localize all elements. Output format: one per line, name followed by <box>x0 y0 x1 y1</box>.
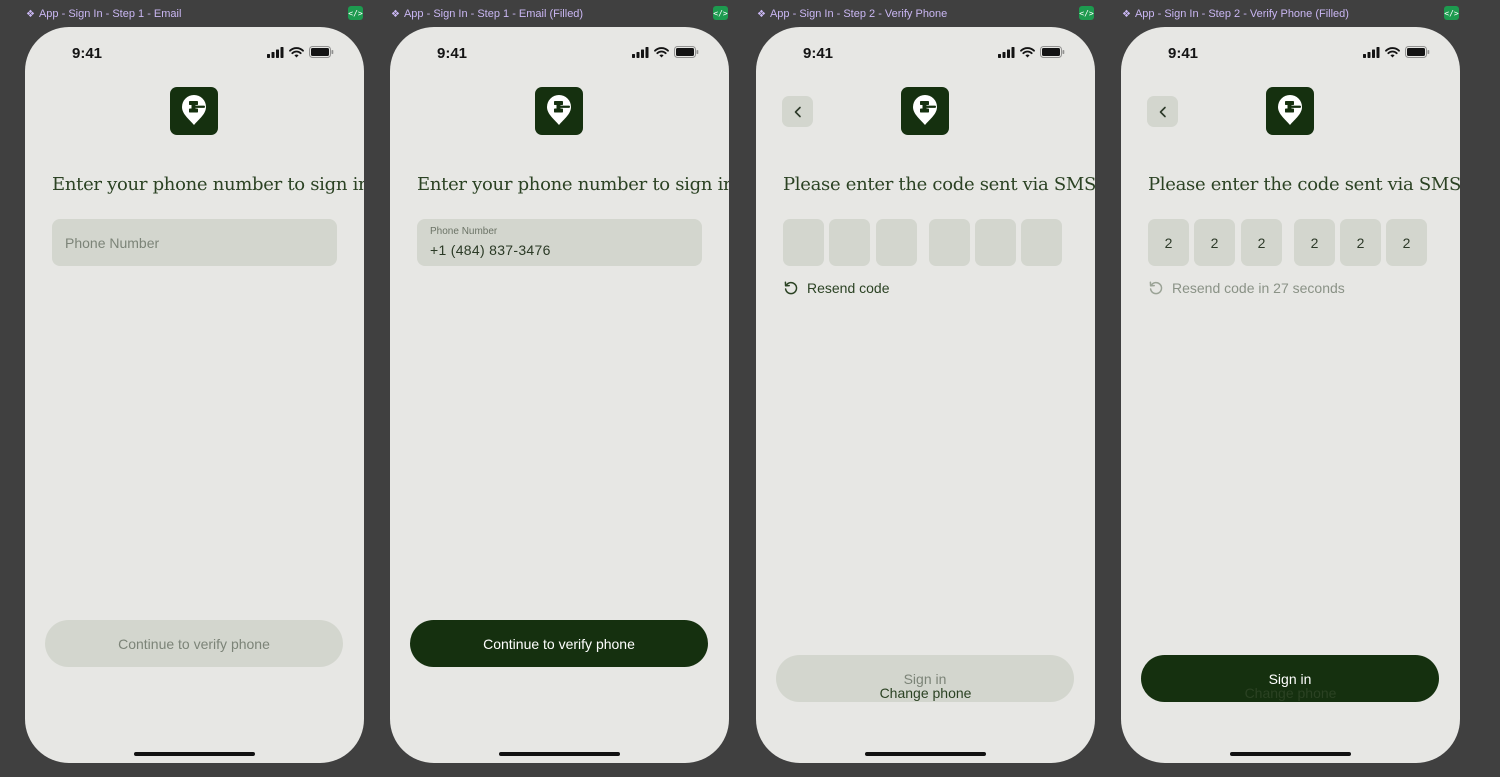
battery-icon <box>309 46 334 58</box>
resend-code-label: Resend code <box>807 280 890 296</box>
gavel-location-pin-icon <box>1278 95 1302 125</box>
page-title: Enter your phone number to sign in <box>52 174 364 195</box>
battery-icon <box>1040 46 1065 58</box>
code-digit-input[interactable] <box>829 219 870 266</box>
code-digit-input[interactable] <box>876 219 917 266</box>
component-diamond-icon: ❖ <box>391 8 400 20</box>
status-icons <box>267 46 334 58</box>
phone-screen-step2-filled: 9:41 Please enter the code sent via SMS … <box>1121 27 1460 763</box>
gavel-location-pin-icon <box>547 95 571 125</box>
code-digit-input[interactable]: 2 <box>1294 219 1335 266</box>
frame-label: ❖ App - Sign In - Step 1 - Email <box>26 7 181 21</box>
status-time: 9:41 <box>72 45 103 62</box>
code-digit-input[interactable]: 2 <box>1241 219 1282 266</box>
frame-label-text: App - Sign In - Step 2 - Verify Phone <box>769 8 948 20</box>
cellular-signal-icon <box>632 46 649 58</box>
app-logo <box>170 87 218 135</box>
phone-number-label: Phone Number <box>430 226 498 237</box>
wifi-icon <box>1385 46 1400 57</box>
back-button[interactable] <box>782 96 813 127</box>
resend-code-button[interactable]: Resend code <box>783 280 890 296</box>
app-logo <box>535 87 583 135</box>
code-digit-input[interactable]: 2 <box>1340 219 1381 266</box>
home-indicator <box>499 752 620 756</box>
code-digit-input[interactable]: 2 <box>1386 219 1427 266</box>
phone-screen-step1: 9:41 Enter your phone number to sign in … <box>25 27 364 763</box>
status-icons <box>998 46 1065 58</box>
status-icons <box>632 46 699 58</box>
component-diamond-icon: ❖ <box>26 8 35 20</box>
status-time: 9:41 <box>1168 45 1199 62</box>
app-logo <box>901 87 949 135</box>
code-digit-input[interactable] <box>929 219 970 266</box>
code-digit-input[interactable]: 2 <box>1194 219 1235 266</box>
wifi-icon <box>654 46 669 57</box>
code-digit-input[interactable] <box>975 219 1016 266</box>
phone-number-placeholder: Phone Number <box>65 235 160 251</box>
phone-number-value: +1 (484) 837-3476 <box>430 242 551 258</box>
frame-label-text: App - Sign In - Step 1 - Email <box>38 8 182 20</box>
cellular-signal-icon <box>1363 46 1380 58</box>
wifi-icon <box>289 46 304 57</box>
component-diamond-icon: ❖ <box>757 8 766 20</box>
code-digit-input[interactable]: 2 <box>1148 219 1189 266</box>
change-phone-button[interactable]: Change phone <box>756 685 1095 701</box>
page-title: Enter your phone number to sign in <box>417 174 729 195</box>
cellular-signal-icon <box>267 46 284 58</box>
battery-icon <box>674 46 699 58</box>
phone-number-input[interactable]: Phone Number +1 (484) 837-3476 <box>417 219 702 266</box>
home-indicator <box>134 752 255 756</box>
phone-number-input[interactable]: Phone Number <box>52 219 337 266</box>
code-icon[interactable]: </> <box>1444 6 1459 20</box>
frame-label: ❖ App - Sign In - Step 2 - Verify Phone <box>757 7 947 21</box>
home-indicator <box>865 752 986 756</box>
code-icon[interactable]: </> <box>1079 6 1094 20</box>
back-button[interactable] <box>1147 96 1178 127</box>
chevron-left-icon <box>1159 106 1166 117</box>
home-indicator <box>1230 752 1351 756</box>
frame-label: ❖ App - Sign In - Step 2 - Verify Phone … <box>1122 7 1349 21</box>
resend-code-label: Resend code in 27 seconds <box>1172 280 1345 296</box>
refresh-icon <box>784 281 798 295</box>
code-digit-input[interactable] <box>1021 219 1062 266</box>
battery-icon <box>1405 46 1430 58</box>
status-icons <box>1363 46 1430 58</box>
gavel-location-pin-icon <box>182 95 206 125</box>
continue-to-verify-button[interactable]: Continue to verify phone <box>45 620 343 667</box>
continue-to-verify-button[interactable]: Continue to verify phone <box>410 620 708 667</box>
code-icon[interactable]: </> <box>713 6 728 20</box>
code-icon[interactable]: </> <box>348 6 363 20</box>
frame-label-text: App - Sign In - Step 2 - Verify Phone (F… <box>1134 8 1349 20</box>
phone-screen-step2: 9:41 Please enter the code sent via SMS … <box>756 27 1095 763</box>
page-title: Please enter the code sent via SMS <box>1148 174 1460 195</box>
gavel-location-pin-icon <box>913 95 937 125</box>
change-phone-button[interactable]: Change phone <box>1121 685 1460 701</box>
chevron-left-icon <box>794 106 801 117</box>
code-digit-input[interactable] <box>783 219 824 266</box>
frame-label: ❖ App - Sign In - Step 1 - Email (Filled… <box>391 7 583 21</box>
app-logo <box>1266 87 1314 135</box>
frame-label-text: App - Sign In - Step 1 - Email (Filled) <box>403 8 584 20</box>
phone-screen-step1-filled: 9:41 Enter your phone number to sign in … <box>390 27 729 763</box>
component-diamond-icon: ❖ <box>1122 8 1131 20</box>
cellular-signal-icon <box>998 46 1015 58</box>
resend-code-countdown: Resend code in 27 seconds <box>1148 280 1345 296</box>
status-time: 9:41 <box>803 45 834 62</box>
wifi-icon <box>1020 46 1035 57</box>
status-time: 9:41 <box>437 45 468 62</box>
refresh-icon <box>1149 281 1163 295</box>
page-title: Please enter the code sent via SMS <box>783 174 1095 195</box>
